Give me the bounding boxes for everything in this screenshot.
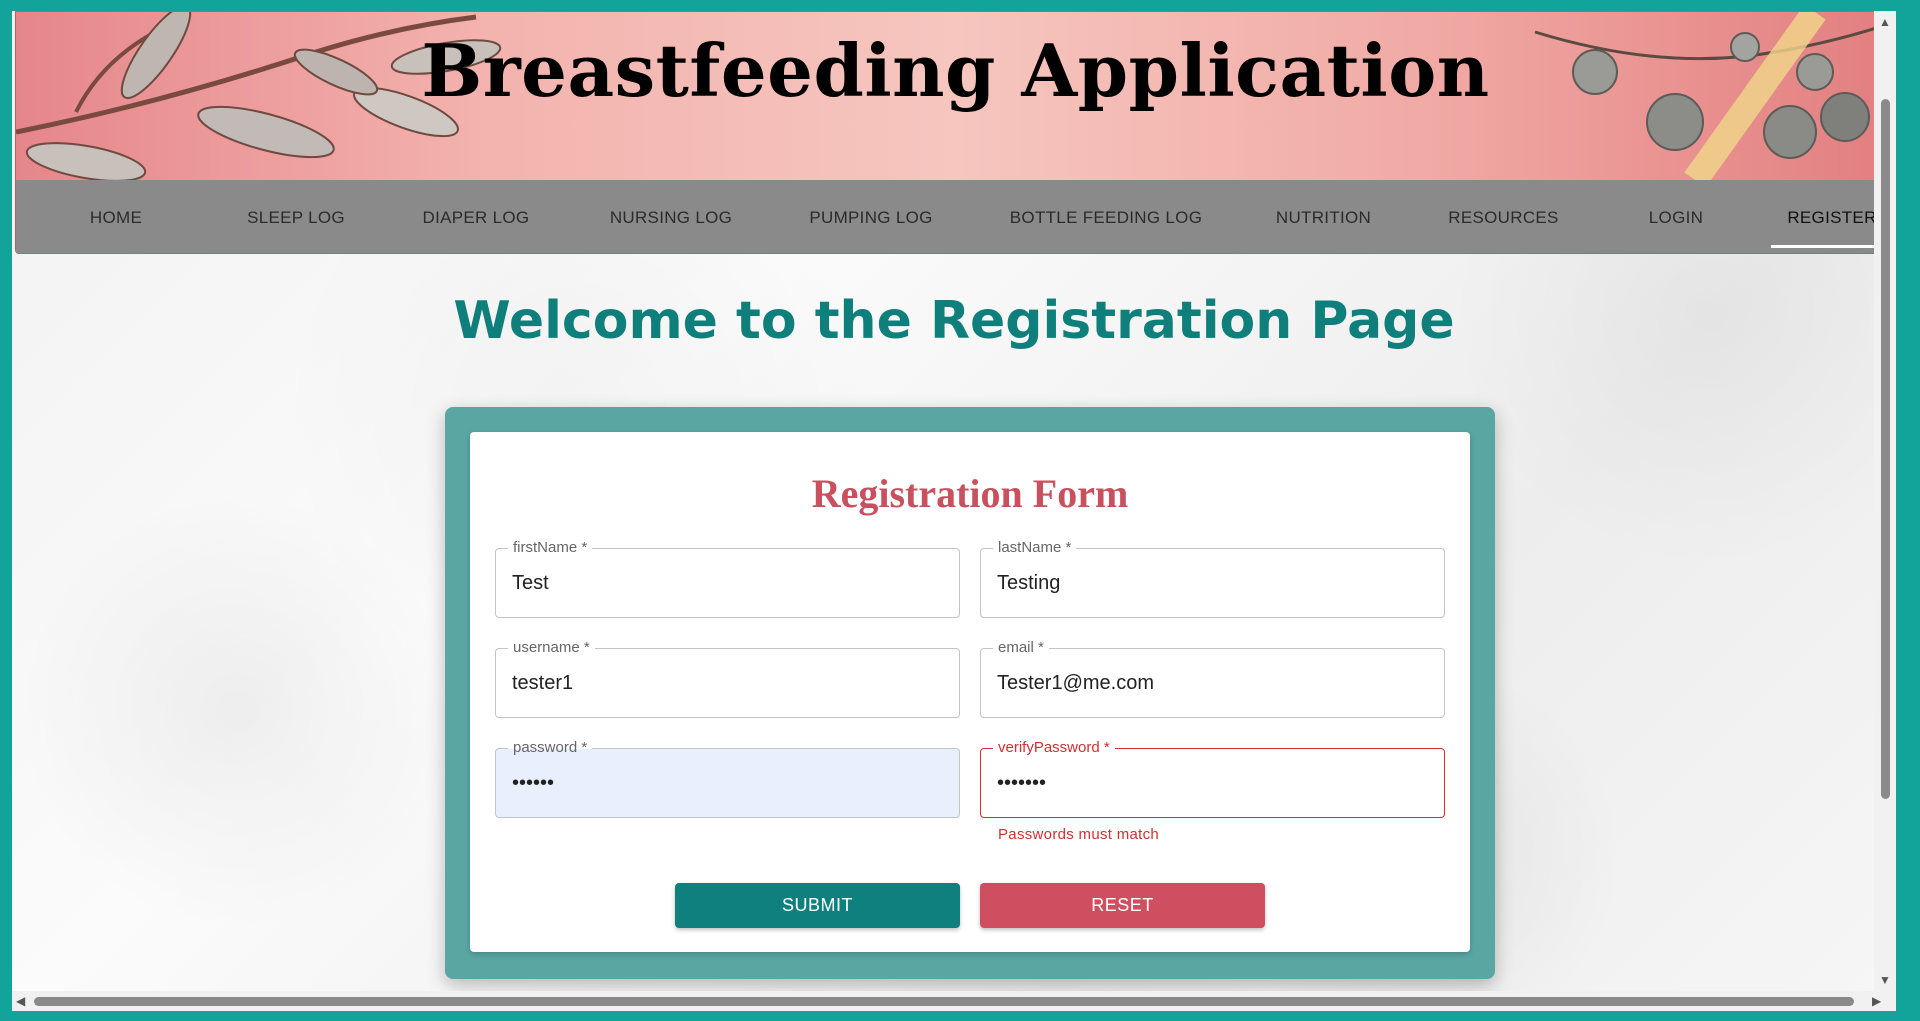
verify-password-field: verifyPassword * <box>980 738 1445 818</box>
nav-item-pumping-log[interactable]: PUMPING LOG <box>766 180 976 253</box>
nav-item-diaper-log[interactable]: DIAPER LOG <box>376 180 576 253</box>
vertical-scrollbar[interactable]: ▲ ▼ <box>1874 11 1896 1011</box>
app-header: Breastfeeding Application HOME SLEEP LOG… <box>15 11 1896 254</box>
nav-item-resources[interactable]: RESOURCES <box>1411 180 1596 253</box>
username-input[interactable] <box>512 649 942 717</box>
email-input[interactable] <box>997 649 1427 717</box>
first-name-field: firstName * <box>495 538 960 618</box>
page-title: Welcome to the Registration Page <box>453 291 1455 351</box>
nav-item-nutrition[interactable]: NUTRITION <box>1236 180 1411 253</box>
horizontal-scrollbar[interactable]: ◀ ▶ <box>12 991 1896 1011</box>
scroll-down-arrow-icon[interactable]: ▼ <box>1879 973 1891 987</box>
last-name-field: lastName * <box>980 538 1445 618</box>
header-banner: Breastfeeding Application <box>16 12 1895 180</box>
horizontal-scroll-thumb[interactable] <box>34 997 1854 1006</box>
username-field: username * <box>495 638 960 718</box>
nav-item-nursing-log[interactable]: NURSING LOG <box>576 180 766 253</box>
browser-viewport: Breastfeeding Application HOME SLEEP LOG… <box>12 11 1896 1011</box>
registration-form: Registration Form firstName * lastName *… <box>470 432 1470 952</box>
first-name-input[interactable] <box>512 549 942 617</box>
verify-password-input[interactable] <box>997 749 1427 817</box>
password-input[interactable] <box>512 749 942 817</box>
nav-item-bottle-feeding-log[interactable]: BOTTLE FEEDING LOG <box>976 180 1236 253</box>
app-title: Breastfeeding Application <box>421 28 1490 113</box>
nav-item-home[interactable]: HOME <box>16 180 216 253</box>
scroll-up-arrow-icon[interactable]: ▲ <box>1879 15 1891 29</box>
reset-button[interactable]: RESET <box>980 883 1265 928</box>
password-error-text: Passwords must match <box>998 826 1160 843</box>
last-name-input[interactable] <box>997 549 1427 617</box>
submit-button[interactable]: SUBMIT <box>675 883 960 928</box>
password-field: password * <box>495 738 960 818</box>
scroll-left-arrow-icon[interactable]: ◀ <box>16 994 25 1008</box>
email-field: email * <box>980 638 1445 718</box>
nav-item-sleep-log[interactable]: SLEEP LOG <box>216 180 376 253</box>
form-card-outer: Registration Form firstName * lastName *… <box>445 407 1495 979</box>
nav-item-login[interactable]: LOGIN <box>1596 180 1756 253</box>
vertical-scroll-thumb[interactable] <box>1881 99 1890 799</box>
form-title: Registration Form <box>811 471 1129 516</box>
scroll-right-arrow-icon[interactable]: ▶ <box>1872 994 1881 1008</box>
main-nav: HOME SLEEP LOG DIAPER LOG NURSING LOG PU… <box>16 180 1895 253</box>
